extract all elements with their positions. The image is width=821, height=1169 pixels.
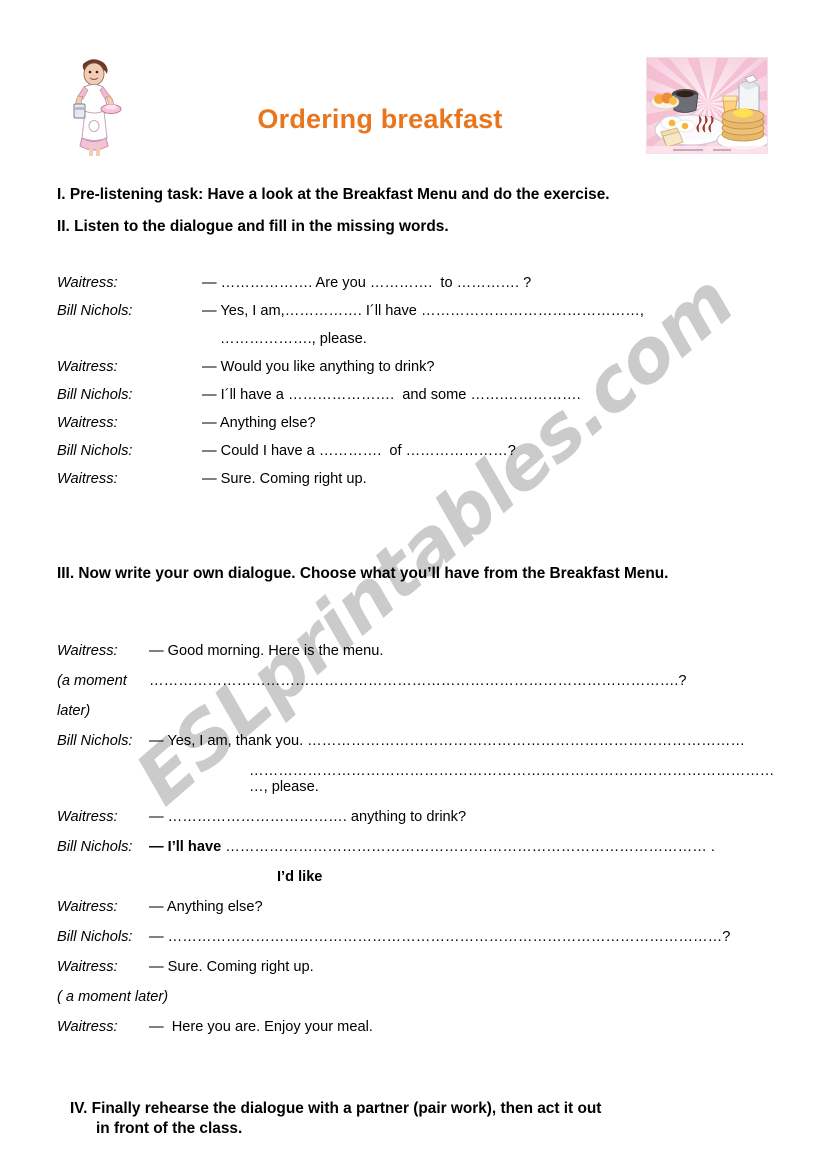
- dialogue-row: Bill Nichols: — Yes, I am,……………. I´ll hav…: [57, 303, 777, 319]
- dialogue-line-text[interactable]: — Here you are. Enjoy your meal.: [149, 1019, 777, 1035]
- dialogue-line-text[interactable]: — Could I have a …………. of …………………?: [202, 443, 777, 459]
- breakfast-icon: [646, 57, 768, 154]
- dialogue-row: Waitress: — Sure. Coming right up.: [57, 959, 777, 975]
- worksheet-page: Ordering breakfast ESLprintables.com I. …: [0, 0, 821, 1169]
- dialogue-speaker-label: Bill Nichols:: [57, 733, 133, 749]
- heading-section-4: IV. Finally rehearse the dialogue with a…: [70, 1099, 770, 1139]
- dialogue-speaker-label: Waitress:: [57, 359, 118, 375]
- heading-section-4-line2: in front of the class.: [96, 1120, 243, 1138]
- dialogue-row: Waitress: — Here you are. Enjoy your meal…: [57, 1019, 777, 1035]
- dialogue-line-text[interactable]: — Yes, I am,……………. I´ll have ………………………………: [202, 303, 777, 319]
- dialogue-line-text[interactable]: I’d like: [149, 869, 777, 885]
- dialogue-line-text[interactable]: — Good morning. Here is the menu.: [149, 643, 777, 659]
- dialogue-speaker-label: later): [57, 703, 91, 719]
- heading-section-3: III. Now write your own dialogue. Choose…: [57, 565, 669, 582]
- dialogue-line-text[interactable]: — Sure. Coming right up.: [202, 471, 777, 487]
- dialogue-row: Bill Nichols: — Could I have a …………. of ……: [57, 443, 777, 459]
- dialogue-speaker-label: Bill Nichols:: [57, 443, 133, 459]
- dialogue-speaker-label: Bill Nichols:: [57, 387, 133, 403]
- dialogue-row: Waitress: — Would you like anything to dr…: [57, 359, 777, 375]
- heading-section-1: I. Pre-listening task: Have a look at th…: [57, 186, 610, 203]
- dialogue-line-text[interactable]: — Anything else?: [149, 899, 777, 915]
- dialogue-row: Waitress: — ………………………………. anything to dri…: [57, 809, 777, 825]
- dialogue-line-text[interactable]: — Anything else?: [202, 415, 777, 431]
- dialogue-line-text[interactable]: ………………., please.: [202, 331, 777, 347]
- dialogue-line-text[interactable]: — I´ll have a …………………. and some …….………………: [202, 387, 777, 403]
- dialogue-row: Waitress: — Sure. Coming right up.: [57, 471, 777, 487]
- dialogue-line-text[interactable]: — Would you like anything to drink?: [202, 359, 777, 375]
- dialogue-row: Waitress: — Good morning. Here is the men…: [57, 643, 777, 659]
- dialogue-speaker-label: Waitress:: [57, 959, 118, 975]
- dialogue-row: ………………., please.: [57, 331, 777, 347]
- dialogue-row: I’d like: [57, 869, 777, 885]
- dialogue-speaker-label: Waitress:: [57, 471, 118, 487]
- dialogue-listening: Waitress: — ………………. Are you …………. to ……………: [57, 275, 777, 499]
- dialogue-speaker-label: Waitress:: [57, 275, 118, 291]
- heading-section-4-line1: IV. Finally rehearse the dialogue with a…: [70, 1100, 602, 1117]
- dialogue-row: Bill Nichols: — Yes, I am, thank you. …………: [57, 733, 777, 749]
- dialogue-line-text[interactable]: — Sure. Coming right up.: [149, 959, 777, 975]
- dialogue-speaker-label: Bill Nichols:: [57, 929, 133, 945]
- dialogue-line-text[interactable]: — ………………………………………………………………………………………………………: [149, 929, 777, 945]
- dialogue-line-text[interactable]: — ………………. Are you …………. to …………. ?: [202, 275, 777, 291]
- dialogue-row: (a moment ……………………………………………………………………………………: [57, 673, 777, 689]
- heading-section-2: II. Listen to the dialogue and fill in t…: [57, 218, 449, 235]
- dialogue-blank-line[interactable]: ……………………………………………………………………………………… .: [221, 839, 715, 855]
- dialogue-speaker-label: Bill Nichols:: [57, 839, 133, 855]
- dialogue-line-text[interactable]: — ………………………………. anything to drink?: [149, 809, 777, 825]
- dialogue-bold-phrase: — I’ll have: [149, 839, 222, 855]
- dialogue-line-text[interactable]: …………………………………………………………………………………………………, p…: [149, 763, 777, 795]
- dialogue-speaker-label: (a moment: [57, 673, 127, 689]
- dialogue-row: Waitress: — Anything else?: [57, 899, 777, 915]
- dialogue-row: later): [57, 703, 777, 719]
- dialogue-line-text[interactable]: ……………………………………………………………………………………………….?: [149, 673, 777, 689]
- dialogue-write-your-own[interactable]: Waitress: — Good morning. Here is the men…: [57, 643, 777, 1049]
- dialogue-speaker-label: Waitress:: [57, 809, 118, 825]
- dialogue-row: Waitress: — Anything else?: [57, 415, 777, 431]
- dialogue-speaker-label: Bill Nichols:: [57, 303, 133, 319]
- dialogue-row: Bill Nichols: — I’ll have …………………………………………: [57, 839, 777, 855]
- dialogue-line-text[interactable]: — Yes, I am, thank you. ……………………………………………: [149, 733, 777, 749]
- dialogue-row: …………………………………………………………………………………………………, p…: [57, 763, 777, 795]
- dialogue-speaker-label: Waitress:: [57, 643, 118, 659]
- dialogue-row: Waitress: — ………………. Are you …………. to ……………: [57, 275, 777, 291]
- dialogue-speaker-label: Waitress:: [57, 899, 118, 915]
- page-header: Ordering breakfast: [0, 0, 821, 165]
- dialogue-row: Bill Nichols: — I´ll have a …………………. and …: [57, 387, 777, 403]
- dialogue-line-text[interactable]: — I’ll have ……………………………………………………………………………: [149, 839, 777, 855]
- dialogue-speaker-label: Waitress:: [57, 1019, 118, 1035]
- dialogue-speaker-label: Waitress:: [57, 415, 118, 431]
- dialogue-row: ( a moment later): [57, 989, 169, 1005]
- dialogue-row: Bill Nichols: — ……………………………………………………………………: [57, 929, 777, 945]
